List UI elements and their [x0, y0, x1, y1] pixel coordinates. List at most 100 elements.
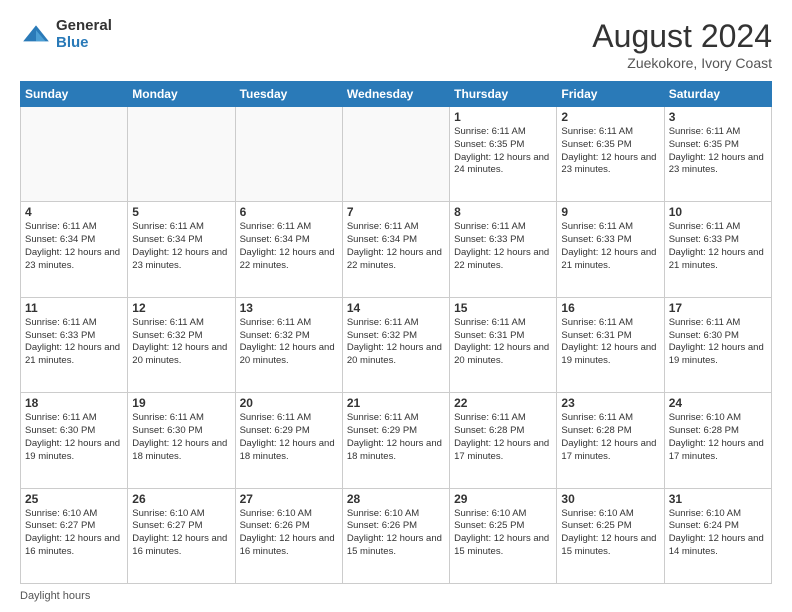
day-info: Sunrise: 6:11 AM Sunset: 6:28 PM Dayligh… [454, 412, 552, 463]
col-monday: Monday [128, 82, 235, 107]
day-cell: 15Sunrise: 6:11 AM Sunset: 6:31 PM Dayli… [450, 297, 557, 392]
day-cell: 4 Sunrise: 6:11 AM Sunset: 6:34 PM Daylig… [21, 202, 128, 297]
day-info: Sunrise: 6:11 AM Sunset: 6:30 PM Dayligh… [669, 317, 767, 368]
col-sunday: Sunday [21, 82, 128, 107]
day-cell [128, 107, 235, 202]
day-number: 20 [240, 396, 338, 410]
day-info: Sunrise: 6:11 AM Sunset: 6:31 PM Dayligh… [454, 317, 552, 368]
day-info: Sunrise: 6:11 AM Sunset: 6:32 PM Dayligh… [240, 317, 338, 368]
day-cell [342, 107, 449, 202]
day-cell [235, 107, 342, 202]
day-number: 3 [669, 110, 767, 124]
day-number: 10 [669, 205, 767, 219]
day-cell: 8Sunrise: 6:11 AM Sunset: 6:33 PM Daylig… [450, 202, 557, 297]
day-cell: 6 Sunrise: 6:11 AM Sunset: 6:34 PM Daylig… [235, 202, 342, 297]
day-number: 19 [132, 396, 230, 410]
day-cell: 16 Sunrise: 6:11 AM Sunset: 6:31 PM Dayli… [557, 297, 664, 392]
day-info: Sunrise: 6:10 AM Sunset: 6:24 PM Dayligh… [669, 508, 767, 559]
logo-blue: Blue [56, 35, 112, 52]
day-cell: 5 Sunrise: 6:11 AM Sunset: 6:34 PM Daylig… [128, 202, 235, 297]
day-cell: 3 Sunrise: 6:11 AM Sunset: 6:35 PM Daylig… [664, 107, 771, 202]
day-cell: 14 Sunrise: 6:11 AM Sunset: 6:32 PM Dayli… [342, 297, 449, 392]
day-info: Sunrise: 6:10 AM Sunset: 6:25 PM Dayligh… [454, 508, 552, 559]
day-number: 18 [25, 396, 123, 410]
col-wednesday: Wednesday [342, 82, 449, 107]
title-block: August 2024 Zuekokore, Ivory Coast [592, 18, 772, 71]
day-number: 11 [25, 301, 123, 315]
day-number: 26 [132, 492, 230, 506]
day-info: Sunrise: 6:10 AM Sunset: 6:27 PM Dayligh… [132, 508, 230, 559]
day-number: 16 [561, 301, 659, 315]
day-info: Sunrise: 6:10 AM Sunset: 6:26 PM Dayligh… [240, 508, 338, 559]
logo-text: General Blue [56, 18, 112, 51]
day-number: 29 [454, 492, 552, 506]
day-info: Sunrise: 6:11 AM Sunset: 6:33 PM Dayligh… [561, 221, 659, 272]
day-info: Sunrise: 6:10 AM Sunset: 6:28 PM Dayligh… [669, 412, 767, 463]
day-cell: 13 Sunrise: 6:11 AM Sunset: 6:32 PM Dayli… [235, 297, 342, 392]
week-row-0: 1 Sunrise: 6:11 AM Sunset: 6:35 PM Daylig… [21, 107, 772, 202]
day-cell: 10 Sunrise: 6:11 AM Sunset: 6:33 PM Dayli… [664, 202, 771, 297]
day-number: 6 [240, 205, 338, 219]
day-number: 1 [454, 110, 552, 124]
day-cell: 25 Sunrise: 6:10 AM Sunset: 6:27 PM Dayli… [21, 488, 128, 583]
day-cell: 21 Sunrise: 6:11 AM Sunset: 6:29 PM Dayli… [342, 393, 449, 488]
day-cell: 11Sunrise: 6:11 AM Sunset: 6:33 PM Dayli… [21, 297, 128, 392]
day-number: 7 [347, 205, 445, 219]
header: General Blue August 2024 Zuekokore, Ivor… [20, 18, 772, 71]
day-info: Sunrise: 6:11 AM Sunset: 6:30 PM Dayligh… [25, 412, 123, 463]
day-number: 13 [240, 301, 338, 315]
day-number: 4 [25, 205, 123, 219]
day-number: 24 [669, 396, 767, 410]
day-number: 2 [561, 110, 659, 124]
day-cell: 20 Sunrise: 6:11 AM Sunset: 6:29 PM Dayli… [235, 393, 342, 488]
day-cell: 29 Sunrise: 6:10 AM Sunset: 6:25 PM Dayli… [450, 488, 557, 583]
calendar: Sunday Monday Tuesday Wednesday Thursday… [20, 81, 772, 584]
col-saturday: Saturday [664, 82, 771, 107]
day-number: 28 [347, 492, 445, 506]
day-number: 8 [454, 205, 552, 219]
day-number: 21 [347, 396, 445, 410]
day-info: Sunrise: 6:11 AM Sunset: 6:28 PM Dayligh… [561, 412, 659, 463]
day-info: Sunrise: 6:11 AM Sunset: 6:31 PM Dayligh… [561, 317, 659, 368]
col-friday: Friday [557, 82, 664, 107]
day-number: 23 [561, 396, 659, 410]
day-number: 30 [561, 492, 659, 506]
day-number: 27 [240, 492, 338, 506]
week-row-4: 25 Sunrise: 6:10 AM Sunset: 6:27 PM Dayli… [21, 488, 772, 583]
day-info: Sunrise: 6:10 AM Sunset: 6:27 PM Dayligh… [25, 508, 123, 559]
week-row-2: 11Sunrise: 6:11 AM Sunset: 6:33 PM Dayli… [21, 297, 772, 392]
day-info: Sunrise: 6:10 AM Sunset: 6:26 PM Dayligh… [347, 508, 445, 559]
day-number: 25 [25, 492, 123, 506]
day-info: Sunrise: 6:10 AM Sunset: 6:25 PM Dayligh… [561, 508, 659, 559]
day-info: Sunrise: 6:11 AM Sunset: 6:34 PM Dayligh… [25, 221, 123, 272]
day-cell: 2Sunrise: 6:11 AM Sunset: 6:35 PM Daylig… [557, 107, 664, 202]
day-info: Sunrise: 6:11 AM Sunset: 6:33 PM Dayligh… [669, 221, 767, 272]
day-number: 22 [454, 396, 552, 410]
day-number: 12 [132, 301, 230, 315]
page: General Blue August 2024 Zuekokore, Ivor… [0, 0, 792, 612]
day-info: Sunrise: 6:11 AM Sunset: 6:29 PM Dayligh… [347, 412, 445, 463]
footer-note: Daylight hours [20, 590, 90, 602]
day-info: Sunrise: 6:11 AM Sunset: 6:32 PM Dayligh… [347, 317, 445, 368]
day-info: Sunrise: 6:11 AM Sunset: 6:34 PM Dayligh… [132, 221, 230, 272]
day-cell: 23 Sunrise: 6:11 AM Sunset: 6:28 PM Dayli… [557, 393, 664, 488]
day-number: 9 [561, 205, 659, 219]
col-thursday: Thursday [450, 82, 557, 107]
day-cell: 17 Sunrise: 6:11 AM Sunset: 6:30 PM Dayli… [664, 297, 771, 392]
day-info: Sunrise: 6:11 AM Sunset: 6:35 PM Dayligh… [454, 126, 552, 177]
day-info: Sunrise: 6:11 AM Sunset: 6:35 PM Dayligh… [669, 126, 767, 177]
week-row-1: 4 Sunrise: 6:11 AM Sunset: 6:34 PM Daylig… [21, 202, 772, 297]
day-number: 31 [669, 492, 767, 506]
day-info: Sunrise: 6:11 AM Sunset: 6:29 PM Dayligh… [240, 412, 338, 463]
month-year: August 2024 [592, 18, 772, 55]
day-info: Sunrise: 6:11 AM Sunset: 6:34 PM Dayligh… [240, 221, 338, 272]
day-cell: 7Sunrise: 6:11 AM Sunset: 6:34 PM Daylig… [342, 202, 449, 297]
day-cell: 30 Sunrise: 6:10 AM Sunset: 6:25 PM Dayli… [557, 488, 664, 583]
day-number: 17 [669, 301, 767, 315]
day-number: 5 [132, 205, 230, 219]
day-number: 14 [347, 301, 445, 315]
day-cell: 27 Sunrise: 6:10 AM Sunset: 6:26 PM Dayli… [235, 488, 342, 583]
day-cell: 18 Sunrise: 6:11 AM Sunset: 6:30 PM Dayli… [21, 393, 128, 488]
logo-icon [20, 19, 52, 51]
day-info: Sunrise: 6:11 AM Sunset: 6:32 PM Dayligh… [132, 317, 230, 368]
